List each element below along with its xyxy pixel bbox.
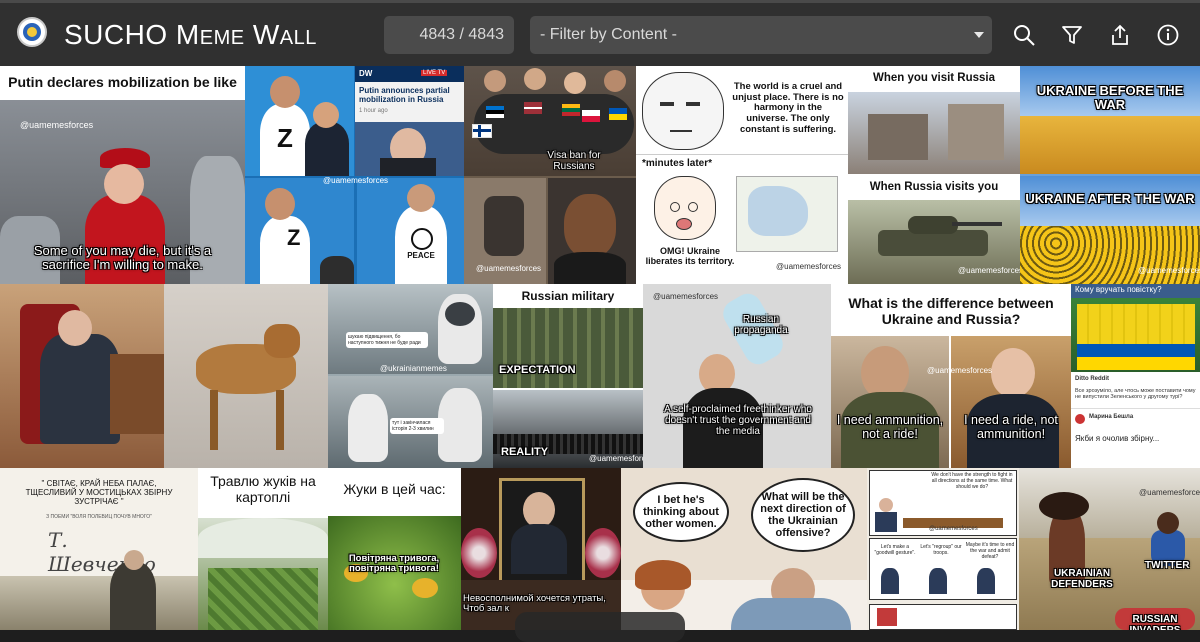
meme-heading: Russian military bbox=[521, 289, 615, 303]
meme-tile-visa-ban[interactable]: Visa ban for Russians @uamemesforces bbox=[464, 66, 636, 284]
twitter-text: TWITTER bbox=[1145, 560, 1190, 571]
watermark: @uamemesforces bbox=[929, 526, 978, 532]
meme-tile-visit-russia[interactable]: When you visit Russia When Russia visits… bbox=[848, 66, 1020, 284]
post-author: Ditto Reddit bbox=[1075, 376, 1109, 382]
meme-tile-shevchenko[interactable]: " СВІТАЄ, КРАЙ НЕБА ПАЛАЄ, ТЩЕСЛИВИЙ У М… bbox=[0, 468, 198, 630]
watermark: @ukrainianmemes bbox=[380, 364, 447, 373]
post-text: Все зрозуміло, але чтось може поставити … bbox=[1075, 388, 1196, 400]
live-badge: LIVE TV bbox=[421, 70, 448, 76]
option-gesture: Let's make a "goodwill gesture". bbox=[874, 544, 916, 556]
sucho-logo[interactable] bbox=[17, 17, 47, 47]
meme-tile-interstellar[interactable]: шукаю підвищення, бо наступного тижня не… bbox=[328, 284, 493, 468]
option-regroup: Let's "regroup" our troops. bbox=[920, 544, 962, 556]
meme-tile-putin-dog[interactable] bbox=[0, 284, 328, 468]
reply-author: Марина Бешла bbox=[1089, 414, 1134, 420]
right-bubble: What will be the next direction of the U… bbox=[751, 478, 855, 552]
meme-counter: 4843 / 4843 bbox=[384, 16, 514, 54]
meme-tile-cruel-world[interactable]: The world is a cruel and unjust place. T… bbox=[636, 66, 848, 284]
app-header: SUCHO Meme Wall 4843 / 4843 - Filter by … bbox=[0, 0, 1200, 66]
ukraine-line: I need ammunition, not a ride! bbox=[836, 413, 944, 441]
question-text: Кому вручать повістку? bbox=[1075, 285, 1162, 294]
freethinker-text: A self-proclaimed freethinker who doesn'… bbox=[664, 404, 812, 437]
watermark: @uamemesforces bbox=[323, 176, 389, 185]
meme-tile-beetles-alarm[interactable]: Жуки в цей час: Повітряна тривога, повіт… bbox=[328, 468, 461, 630]
meme-tile-ukraine-before-after[interactable]: UKRAINE BEFORE THE WAR UKRAINE AFTER THE… bbox=[1020, 66, 1200, 284]
z-letter: Z bbox=[277, 123, 293, 153]
reply-text: Якби я очолив збірну... bbox=[1075, 434, 1160, 443]
filter-icon[interactable] bbox=[1060, 23, 1084, 47]
top-text: When you visit Russia bbox=[872, 72, 996, 84]
meme-caption: Some of you may die, but it's a sacrific… bbox=[33, 243, 212, 273]
z-letter-2: Z bbox=[287, 225, 301, 250]
speech-text-a: шукаю підвищення, бо наступного тижня не… bbox=[346, 332, 428, 348]
watermark: @uamemesforces bbox=[927, 366, 993, 375]
meme-tile-dw-mobilization[interactable]: Z DW LIVE TV Putin announces partial mob… bbox=[245, 66, 464, 284]
chevron-down-icon bbox=[974, 32, 984, 38]
app-title: SUCHO Meme Wall bbox=[64, 19, 317, 50]
watermark: @uamemesforces bbox=[958, 266, 1020, 275]
bottom-text: When Russia visits you bbox=[869, 181, 999, 193]
meme-tile-ukraine-russia-difference[interactable]: What is the difference between Ukraine a… bbox=[831, 284, 1071, 468]
watermark: @uamemesforces bbox=[476, 264, 542, 273]
quote-source: З ПОЕМИ "ВОЛЯ ПОЛЕВИЦ ПОЧУВ МНОГО" bbox=[46, 514, 152, 520]
expectation-text: EXPECTATION bbox=[499, 364, 576, 376]
content-filter-select[interactable]: - Filter by Content - bbox=[530, 16, 992, 54]
alarm-text: Повітряна тривога, повітряна тривога! bbox=[348, 553, 440, 575]
dw-logo: DW bbox=[359, 69, 373, 78]
meme-tile-russian-military[interactable]: Russian military EXPECTATION REALITY @ua… bbox=[493, 284, 643, 468]
watermark: @uamemesforces bbox=[776, 262, 842, 271]
before-text: UKRAINE BEFORE THE WAR bbox=[1036, 83, 1184, 113]
meme-tile-i-bet-hes-thinking[interactable]: I bet he's thinking about other women. W… bbox=[621, 468, 867, 630]
watermark: @uamemesforces bbox=[20, 120, 94, 130]
propaganda-text: Russian propaganda bbox=[734, 314, 788, 336]
meme-heading: Травлю жуків на картоплі bbox=[210, 473, 316, 505]
meme-tile-defenders[interactable]: @uamemesforces UKRAINIAN DEFENDERS TWITT… bbox=[1019, 468, 1200, 630]
russia-line: I need a ride, not ammunition! bbox=[964, 413, 1058, 441]
peace-text: PEACE bbox=[407, 251, 435, 260]
watermark: @uamemesforces bbox=[1139, 488, 1200, 497]
meme-tile-beetles-poison[interactable]: Травлю жуків на картоплі bbox=[198, 468, 328, 630]
reality-text: REALITY bbox=[501, 446, 549, 458]
dw-time: 1 hour ago bbox=[359, 108, 388, 114]
meme-heading: Putin declares mobilization be like bbox=[8, 74, 237, 90]
meme-caption: Visa ban for Russians bbox=[547, 150, 601, 172]
speech-text-b: тут і закінчилася історія 2-3 хвилин bbox=[390, 418, 444, 434]
cruel-text: The world is a cruel and unjust place. T… bbox=[732, 81, 844, 135]
left-bubble: I bet he's thinking about other women. bbox=[633, 482, 729, 542]
meme-tile-boardroom[interactable]: We don't have the strength to fight in a… bbox=[867, 468, 1019, 630]
search-icon[interactable] bbox=[1012, 23, 1036, 47]
floating-toolbar[interactable] bbox=[515, 612, 685, 642]
after-text: UKRAINE AFTER THE WAR bbox=[1025, 191, 1195, 206]
liberates-text: OMG! Ukraine liberates its territory. bbox=[645, 246, 735, 267]
quote-text: " СВІТАЄ, КРАЙ НЕБА ПАЛАЄ, ТЩЕСЛИВИЙ У М… bbox=[25, 479, 173, 506]
filter-label: - Filter by Content - bbox=[540, 26, 677, 43]
meme-tile-povistka[interactable]: Кому вручать повістку? Ditto Reddit Все … bbox=[1071, 284, 1200, 468]
meme-heading: Жуки в цей час: bbox=[343, 481, 446, 497]
meme-tile-mobilization[interactable]: Putin declares mobilization be like @uam… bbox=[0, 66, 245, 284]
minutes-later: *minutes later* bbox=[642, 158, 713, 169]
dw-headline: Putin announces partial mobilization in … bbox=[359, 86, 450, 104]
meme-tile-funeral[interactable]: Невосполнимой хочется утраты, Чтоб зал к bbox=[461, 468, 621, 630]
info-icon[interactable] bbox=[1156, 23, 1180, 47]
meme-heading: What is the difference between Ukraine a… bbox=[848, 295, 1054, 327]
watermark: @uamemesforces bbox=[653, 292, 719, 301]
invaders-text: RUSSIAN INVADERS bbox=[1130, 614, 1181, 630]
option-defeat: Maybe it's time to end the war and admit… bbox=[965, 542, 1015, 560]
meme-tile-propaganda[interactable]: @uamemesforces Russian propaganda A self… bbox=[643, 284, 831, 468]
share-icon[interactable] bbox=[1108, 23, 1132, 47]
boardroom-question: We don't have the strength to fight in a… bbox=[931, 472, 1013, 490]
defenders-text: UKRAINIAN DEFENDERS bbox=[1051, 568, 1113, 590]
watermark: @uamemesforces bbox=[1138, 266, 1200, 275]
watermark: @uamemesforces bbox=[589, 454, 643, 463]
